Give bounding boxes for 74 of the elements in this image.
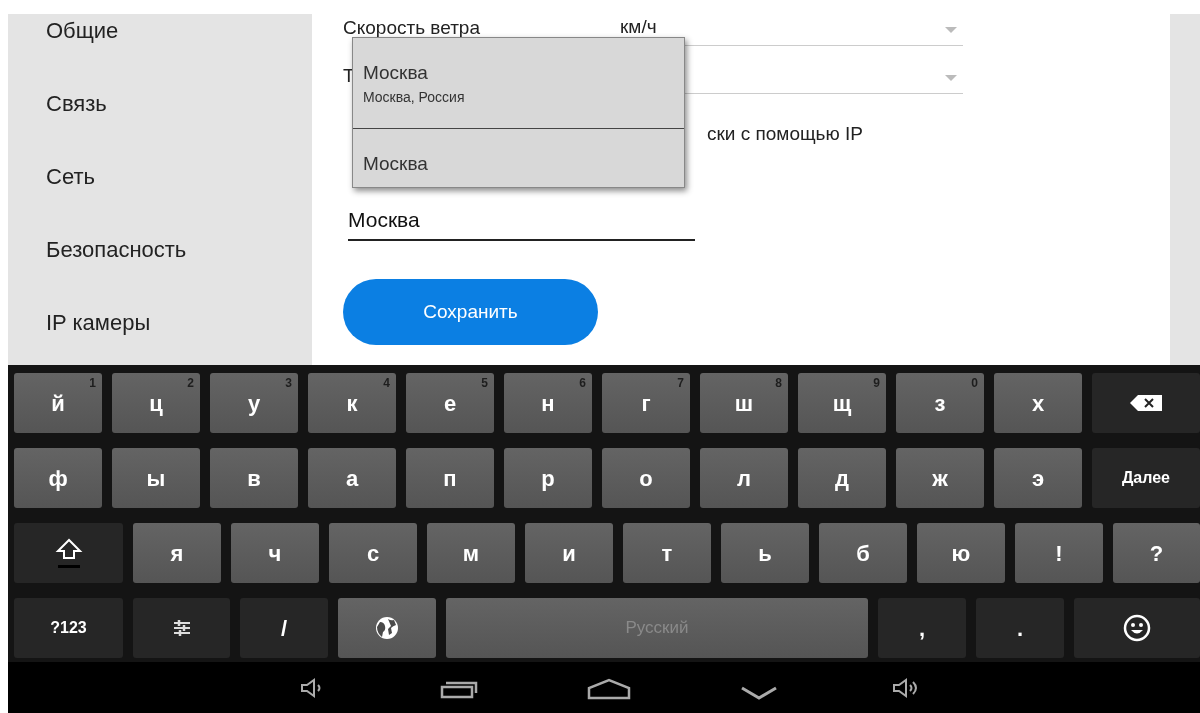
next-key[interactable]: Далее	[1092, 448, 1200, 508]
letter-key[interactable]: !	[1015, 523, 1103, 583]
symbol-key[interactable]: ,	[878, 598, 966, 658]
letter-key[interactable]: е 5	[406, 373, 494, 433]
letter-key[interactable]: и	[525, 523, 613, 583]
letter-key[interactable]: щ 9	[798, 373, 886, 433]
letter-key[interactable]: с	[329, 523, 417, 583]
letter-key[interactable]: ц 2	[112, 373, 200, 433]
number-hint: 5	[481, 375, 488, 392]
letter-key[interactable]: в	[210, 448, 298, 508]
letter-key[interactable]: т	[623, 523, 711, 583]
letter-key[interactable]: у 3	[210, 373, 298, 433]
backspace-key[interactable]	[1092, 373, 1200, 433]
letter-key[interactable]: ы	[112, 448, 200, 508]
sidebar-item[interactable]: IP камеры	[46, 306, 151, 339]
letter-key[interactable]: н 6	[504, 373, 592, 433]
letter-key[interactable]: к 4	[308, 373, 396, 433]
sliders-icon	[172, 619, 191, 637]
number-hint: 3	[285, 375, 292, 392]
number-hint: 8	[775, 375, 782, 392]
letter-key[interactable]: м	[427, 523, 515, 583]
suggestion-item[interactable]: Москва	[353, 128, 684, 187]
shift-icon	[54, 538, 83, 568]
letter-key[interactable]: э	[994, 448, 1082, 508]
shift-key[interactable]	[14, 523, 123, 583]
home-icon[interactable]	[587, 678, 631, 700]
number-hint: 6	[579, 375, 586, 392]
letter-key[interactable]: л	[700, 448, 788, 508]
number-hint: 0	[971, 375, 978, 392]
letter-key[interactable]: ч	[231, 523, 319, 583]
letter-key[interactable]: р	[504, 448, 592, 508]
number-hint: 2	[187, 375, 194, 392]
number-hint: 9	[873, 375, 880, 392]
symbols-key[interactable]: ?123	[14, 598, 123, 658]
letter-key[interactable]: а	[308, 448, 396, 508]
letter-key[interactable]: з 0	[896, 373, 984, 433]
letter-key[interactable]: о	[602, 448, 690, 508]
symbol-key[interactable]: .	[976, 598, 1064, 658]
number-hint: 1	[89, 375, 96, 392]
emoji-key[interactable]	[1074, 598, 1200, 658]
letter-key[interactable]: ю	[917, 523, 1005, 583]
letter-key[interactable]: б	[819, 523, 907, 583]
letter-key[interactable]: г 7	[602, 373, 690, 433]
letter-key[interactable]: ь	[721, 523, 809, 583]
sidebar-item[interactable]: Общие	[46, 14, 119, 47]
dropdown-arrow-icon	[945, 27, 957, 33]
settings-key[interactable]	[133, 598, 230, 658]
field-label: Скорость ветра	[343, 15, 480, 40]
language-key[interactable]	[338, 598, 436, 658]
volume-up-icon[interactable]	[892, 678, 920, 698]
letter-key[interactable]: х	[994, 373, 1082, 433]
letter-key[interactable]: п	[406, 448, 494, 508]
letter-key[interactable]: й 1	[14, 373, 102, 433]
number-hint: 4	[383, 375, 390, 392]
letter-key[interactable]: ж	[896, 448, 984, 508]
symbol-key[interactable]: /	[240, 598, 328, 658]
backspace-icon	[1130, 395, 1162, 411]
city-input-field[interactable]: Москва	[348, 209, 695, 241]
letter-key[interactable]: д	[798, 448, 886, 508]
number-hint: 7	[677, 375, 684, 392]
dropdown-arrow-icon	[945, 75, 957, 81]
save-button[interactable]: Сохранить	[343, 279, 598, 345]
letter-key[interactable]: ш 8	[700, 373, 788, 433]
sidebar-item[interactable]: Безопасность	[46, 233, 187, 266]
checkbox-label: ски с помощью IP	[707, 121, 863, 146]
sidebar-item[interactable]: Сеть	[46, 160, 95, 193]
recents-icon[interactable]	[440, 679, 480, 699]
smiley-icon	[1123, 614, 1151, 642]
letter-key[interactable]: ?	[1113, 523, 1200, 583]
chevron-down-icon[interactable]	[740, 686, 778, 700]
globe-icon	[375, 616, 399, 640]
sidebar-item[interactable]: Связь	[46, 87, 107, 120]
letter-key[interactable]: ф	[14, 448, 102, 508]
letter-key[interactable]: я	[133, 523, 221, 583]
